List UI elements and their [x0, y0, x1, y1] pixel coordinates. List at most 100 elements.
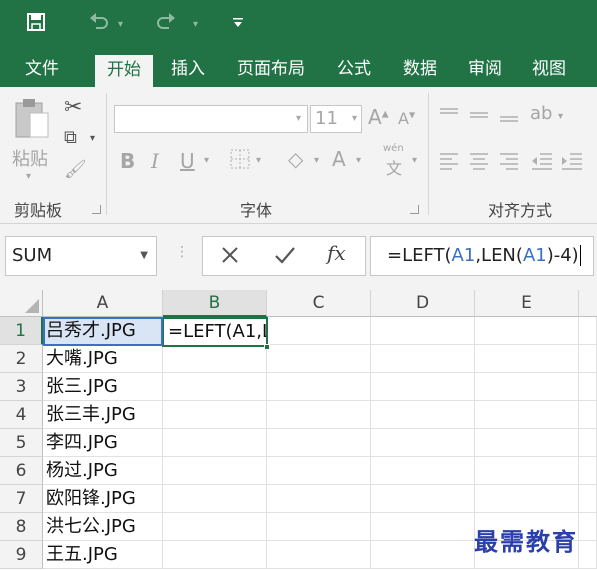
cell[interactable]: [579, 345, 597, 373]
cell[interactable]: [371, 401, 475, 429]
cell[interactable]: [163, 541, 267, 569]
column-header-b[interactable]: B: [163, 290, 267, 317]
tab-view[interactable]: 视图: [521, 52, 577, 87]
align-left-icon[interactable]: [438, 151, 460, 175]
column-header-a[interactable]: A: [43, 290, 163, 317]
select-all-button[interactable]: [0, 290, 43, 317]
column-header-e[interactable]: E: [475, 290, 579, 317]
cell[interactable]: [267, 401, 371, 429]
formula-bar-grip-icon[interactable]: ⋮: [175, 244, 189, 260]
cut-icon[interactable]: ✂: [64, 95, 82, 120]
cancel-icon[interactable]: [219, 244, 241, 270]
clipboard-launcher-icon[interactable]: [92, 205, 101, 214]
row-header[interactable]: 8: [0, 513, 43, 541]
tab-formulas[interactable]: 公式: [326, 52, 382, 87]
underline-dropdown-icon[interactable]: ▾: [204, 155, 209, 166]
insert-function-button[interactable]: fx: [327, 241, 346, 265]
cell[interactable]: [579, 373, 597, 401]
font-size-box[interactable]: 11 ▾: [310, 105, 362, 133]
row-header[interactable]: 9: [0, 541, 43, 569]
cell[interactable]: [579, 401, 597, 429]
cell[interactable]: [267, 485, 371, 513]
tab-page-layout[interactable]: 页面布局: [225, 52, 317, 87]
cell[interactable]: 欧阳锋.JPG: [43, 485, 163, 513]
cell[interactable]: [475, 485, 579, 513]
row-header[interactable]: 7: [0, 485, 43, 513]
cell[interactable]: [475, 457, 579, 485]
cell[interactable]: 杨过.JPG: [43, 457, 163, 485]
align-right-icon[interactable]: [498, 151, 520, 175]
font-name-box[interactable]: [114, 105, 308, 133]
cell[interactable]: [163, 513, 267, 541]
cell[interactable]: [579, 541, 597, 569]
row-header[interactable]: 3: [0, 373, 43, 401]
copy-dropdown-icon[interactable]: ▾: [90, 133, 95, 144]
row-header[interactable]: 1: [0, 317, 43, 345]
font-name-dropdown-icon[interactable]: ▾: [296, 113, 301, 124]
cell[interactable]: [371, 541, 475, 569]
cell[interactable]: [267, 373, 371, 401]
tab-file[interactable]: 文件: [12, 52, 72, 87]
cell[interactable]: [267, 429, 371, 457]
shrink-font-icon[interactable]: A▼: [398, 109, 415, 128]
paste-dropdown-icon[interactable]: ▾: [26, 171, 31, 182]
customize-qat-icon[interactable]: [232, 12, 244, 38]
cell[interactable]: 吕秀才.JPG: [43, 317, 163, 345]
cell[interactable]: 张三.JPG: [43, 373, 163, 401]
align-middle-icon[interactable]: [468, 107, 490, 127]
paste-icon[interactable]: [12, 97, 52, 145]
font-launcher-icon[interactable]: [410, 205, 419, 214]
name-box-dropdown-icon[interactable]: ▼: [140, 237, 148, 275]
formula-input[interactable]: =LEFT(A1,LEN(A1)-4): [370, 236, 594, 276]
cell[interactable]: [163, 401, 267, 429]
align-bottom-icon[interactable]: [498, 107, 520, 127]
cell[interactable]: 张三丰.JPG: [43, 401, 163, 429]
underline-button[interactable]: U: [180, 149, 195, 173]
tab-data[interactable]: 数据: [392, 52, 448, 87]
font-color-button[interactable]: A: [332, 147, 346, 171]
tab-review[interactable]: 审阅: [457, 52, 513, 87]
borders-icon[interactable]: [230, 149, 250, 173]
cell[interactable]: 大嘴.JPG: [43, 345, 163, 373]
cell[interactable]: [163, 429, 267, 457]
cell[interactable]: 王五.JPG: [43, 541, 163, 569]
cell[interactable]: [579, 429, 597, 457]
undo-icon[interactable]: [88, 12, 110, 40]
cell[interactable]: [371, 457, 475, 485]
save-icon[interactable]: [26, 12, 46, 40]
cell[interactable]: [579, 513, 597, 541]
cell[interactable]: [579, 317, 597, 345]
orientation-icon[interactable]: ab: [530, 103, 552, 124]
cell[interactable]: [475, 317, 579, 345]
cell[interactable]: [267, 345, 371, 373]
orientation-dropdown-icon[interactable]: ▾: [558, 111, 563, 122]
cell[interactable]: [371, 485, 475, 513]
cell[interactable]: [267, 513, 371, 541]
italic-button[interactable]: I: [151, 149, 159, 173]
cell[interactable]: [371, 345, 475, 373]
cell[interactable]: [579, 457, 597, 485]
redo-icon[interactable]: [155, 12, 177, 40]
grow-font-icon[interactable]: A▲: [368, 105, 389, 129]
cell[interactable]: [267, 317, 371, 345]
column-header-f[interactable]: [579, 290, 597, 317]
row-header[interactable]: 5: [0, 429, 43, 457]
phonetic-guide-icon[interactable]: 文: [386, 155, 402, 179]
cell[interactable]: [267, 457, 371, 485]
bold-button[interactable]: B: [120, 149, 135, 173]
font-size-dropdown-icon[interactable]: ▾: [352, 106, 357, 132]
increase-indent-icon[interactable]: [560, 151, 584, 175]
cell[interactable]: [475, 373, 579, 401]
cell[interactable]: [371, 429, 475, 457]
cell[interactable]: [371, 513, 475, 541]
tab-home[interactable]: 开始: [95, 55, 153, 87]
redo-dropdown-icon[interactable]: ▾: [193, 12, 198, 38]
row-header[interactable]: 4: [0, 401, 43, 429]
row-header[interactable]: 2: [0, 345, 43, 373]
fill-handle[interactable]: [264, 344, 270, 350]
cell[interactable]: 李四.JPG: [43, 429, 163, 457]
fill-color-dropdown-icon[interactable]: ▾: [314, 155, 319, 166]
row-header[interactable]: 6: [0, 457, 43, 485]
align-top-icon[interactable]: [438, 107, 460, 127]
cell[interactable]: [475, 401, 579, 429]
